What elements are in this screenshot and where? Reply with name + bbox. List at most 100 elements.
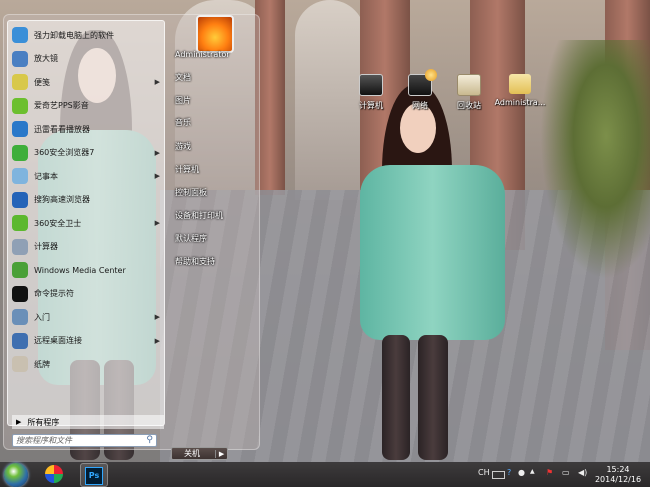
photoshop-taskbar-button[interactable]: Ps (80, 463, 108, 487)
all-programs-button[interactable]: ▶ 所有程序 (12, 415, 164, 429)
submenu-arrow-icon[interactable]: ▶ (155, 172, 160, 180)
program-label: 360安全浏览器7 (34, 148, 95, 157)
solitaire-icon (12, 356, 28, 372)
sogou-browser-icon (12, 191, 28, 208)
shutdown-label: 关机 (184, 449, 200, 458)
clock-date: 2014/12/16 (594, 475, 642, 484)
right-menu-item[interactable]: 默认程序 (175, 233, 207, 247)
program-label: 计算器 (34, 242, 58, 251)
program-item[interactable]: 便笺 ▶ (12, 72, 162, 92)
program-label: 命令提示符 (34, 289, 74, 298)
search-icon[interactable]: ⚲ (146, 435, 153, 445)
program-item[interactable]: 360安全浏览器7 ▶ (12, 143, 162, 163)
uninstall-icon (12, 27, 28, 43)
volume-icon[interactable]: ◀) (578, 468, 587, 477)
right-menu-item[interactable]: 控制面板 (175, 187, 207, 201)
calculator-icon (12, 238, 28, 255)
desktop-icon-recycle-bin[interactable]: 回收站 (449, 74, 489, 111)
program-label: 迅雷看看播放器 (34, 124, 90, 134)
program-item[interactable]: 360安全卫士 ▶ (12, 213, 162, 233)
program-item[interactable]: 强力卸载电脑上的软件 (12, 25, 162, 45)
program-label: 强力卸载电脑上的软件 (34, 30, 114, 40)
shutdown-button[interactable]: 关机 ▶ (171, 447, 228, 460)
computer-icon (359, 74, 383, 96)
shutdown-options-arrow-icon[interactable]: ▶ (215, 449, 227, 458)
photoshop-icon: Ps (85, 467, 103, 485)
action-center-icon[interactable]: ⚑ (546, 468, 553, 477)
desktop-icon-label: 计算机 (359, 101, 383, 110)
magnifier-icon (12, 50, 28, 67)
clock-time: 15:24 (606, 465, 630, 474)
network-icon (408, 69, 437, 96)
right-menu-item[interactable]: 计算机 (175, 164, 199, 178)
program-label: 远程桌面连接 (34, 336, 82, 345)
keyboard-icon[interactable] (492, 471, 505, 479)
notepad-icon (12, 168, 28, 184)
program-list: 强力卸载电脑上的软件 放大镜便笺 ▶ 爱奇艺PPS影音迅雷看看播放器 360安全浏览器7… (7, 20, 165, 429)
right-menu-item[interactable]: 游戏 (175, 141, 191, 155)
right-menu-item[interactable]: 文档 (175, 72, 191, 86)
ime-settings-icon[interactable]: ● (518, 468, 525, 477)
ime-indicator[interactable]: CH (478, 468, 490, 477)
desktop-icon-network[interactable]: 网络 (400, 69, 440, 111)
360-browser-icon (12, 144, 28, 161)
program-label: 便笺 (34, 77, 50, 87)
program-item[interactable]: 放大镜 (12, 49, 162, 69)
desktop-icon-label: 网络 (412, 101, 428, 110)
program-label: 入门 (34, 312, 50, 322)
program-item[interactable]: Windows Media Center (12, 260, 162, 280)
remote-desktop-icon (12, 332, 28, 349)
program-label: 搜狗高速浏览器 (34, 195, 90, 204)
submenu-arrow-icon[interactable]: ▶ (155, 219, 160, 227)
program-item[interactable]: 记事本 ▶ (12, 166, 162, 186)
wallpaper-person (360, 85, 510, 465)
360-safe-icon (12, 215, 28, 231)
search-placeholder: 搜索程序和文件 (16, 436, 72, 445)
program-item[interactable]: 入门 ▶ (12, 307, 162, 327)
desktop-icon-label: Administra... (494, 98, 546, 107)
program-item[interactable]: 纸牌 (12, 354, 162, 374)
program-item[interactable]: 搜狗高速浏览器 (12, 190, 162, 210)
program-item[interactable]: 命令提示符 (12, 284, 162, 304)
right-menu-item[interactable]: 设备和打印机 (175, 210, 223, 224)
desktop-icon-label: 回收站 (457, 101, 481, 110)
clock[interactable]: 15:24 2014/12/16 (592, 465, 644, 485)
triangle-right-icon: ▶ (16, 418, 22, 426)
pps-player-icon (12, 97, 28, 114)
sticky-notes-icon (12, 74, 28, 90)
show-hidden-icons-icon[interactable]: ▲ (530, 468, 535, 475)
program-item[interactable]: 远程桌面连接 ▶ (12, 331, 162, 351)
right-menu-item[interactable]: 图片 (175, 95, 191, 109)
right-menu-item[interactable]: 音乐 (175, 117, 191, 131)
pinwheel-app-icon[interactable] (45, 465, 63, 483)
wallpaper-tree (540, 40, 650, 280)
user-folder-icon (509, 74, 531, 94)
right-menu-item[interactable]: 帮助和支持 (175, 256, 215, 270)
start-button[interactable] (4, 463, 28, 487)
right-item-username[interactable]: Administrator (175, 50, 230, 64)
program-label: 记事本 (34, 171, 58, 181)
program-label: Windows Media Center (34, 265, 126, 275)
program-item[interactable]: 迅雷看看播放器 (12, 119, 162, 139)
user-picture[interactable] (196, 15, 234, 53)
media-center-icon (12, 262, 28, 278)
program-label: 纸牌 (34, 359, 50, 369)
help-icon[interactable]: ? (507, 468, 511, 477)
start-menu: 强力卸载电脑上的软件 放大镜便笺 ▶ 爱奇艺PPS影音迅雷看看播放器 360安全浏览器7… (3, 14, 260, 460)
recycle-bin-icon (457, 74, 481, 96)
search-input[interactable]: 搜索程序和文件 ⚲ (12, 434, 157, 447)
xunlei-player-icon (12, 121, 28, 137)
desktop-icon-computer[interactable]: 计算机 (351, 74, 391, 111)
cmd-icon (12, 285, 28, 302)
submenu-arrow-icon[interactable]: ▶ (155, 149, 160, 157)
submenu-arrow-icon[interactable]: ▶ (155, 78, 160, 86)
submenu-arrow-icon[interactable]: ▶ (155, 313, 160, 321)
program-item[interactable]: 爱奇艺PPS影音 (12, 96, 162, 116)
network-tray-icon[interactable]: ▭ (562, 468, 570, 477)
program-item[interactable]: 计算器 (12, 237, 162, 257)
getting-started-icon (12, 309, 28, 325)
program-label: 放大镜 (34, 54, 58, 63)
submenu-arrow-icon[interactable]: ▶ (155, 337, 160, 345)
desktop-icon-user-folder[interactable]: Administra... (494, 74, 546, 107)
all-programs-label: 所有程序 (27, 417, 60, 427)
